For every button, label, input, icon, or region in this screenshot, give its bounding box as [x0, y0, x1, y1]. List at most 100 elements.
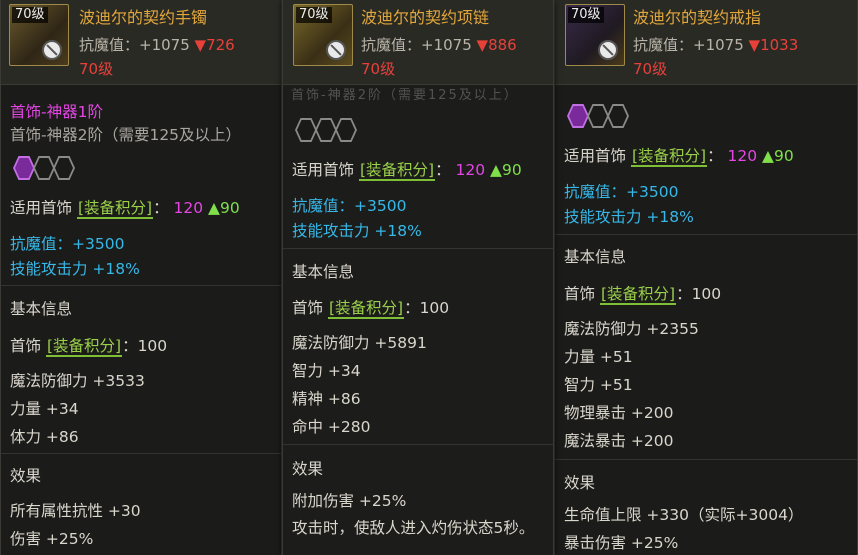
stat-label: 抗魔值：+1075	[633, 36, 744, 54]
basic-stat: 命中 +280	[292, 418, 371, 436]
effect-title: 效果	[564, 474, 596, 492]
slot-empty-icon	[607, 104, 629, 128]
bonus-magic-resist: 抗魔值：+3500	[10, 235, 125, 253]
basic-prefix: 首饰	[564, 285, 596, 303]
item-name: 波迪尔的契约戒指	[633, 8, 762, 27]
basic-stat: 魔法防御力 +3533	[10, 372, 145, 390]
prohibited-icon	[326, 40, 346, 60]
slot-up: ▲90	[762, 147, 794, 165]
item-name: 波迪尔的契约手镯	[79, 8, 208, 27]
equip-score-tag[interactable]: [装备积分]	[630, 147, 708, 167]
item-stat-compare: 抗魔值：+1075 ▼886	[361, 34, 517, 55]
divider	[555, 459, 857, 460]
slot-score-line: 适用首饰 [装备积分]： 120 ▲90	[10, 196, 240, 219]
slot-prefix: 适用首饰	[292, 161, 355, 179]
bonus-skill-attack: 技能攻击力 +18%	[10, 260, 140, 278]
basic-score-line: 首饰 [装备积分]：100	[292, 296, 450, 319]
effect-title: 效果	[10, 467, 42, 485]
basic-stat: 智力 +34	[292, 362, 361, 380]
item-icon-bracelet[interactable]: 70级	[9, 4, 69, 66]
equip-score-tag[interactable]: [装备积分]	[599, 285, 677, 305]
stat-label: 抗魔值：+1075	[79, 36, 190, 54]
item-stat-compare: 抗魔值：+1075 ▼726	[79, 34, 235, 55]
basic-value: ：100	[404, 299, 450, 317]
slot-empty-icon	[33, 156, 55, 180]
slot-value: 120	[173, 199, 204, 217]
stat-diff-down: ▼886	[476, 36, 517, 54]
tooltip-bracelet: 70级 波迪尔的契约手镯 抗魔值：+1075 ▼726 70级 首饰-神器1阶 …	[0, 0, 282, 555]
basic-stat: 魔法防御力 +2355	[564, 320, 699, 338]
basic-prefix: 首饰	[292, 299, 324, 317]
level-badge: 70级	[12, 7, 48, 23]
slot-up: ▲90	[490, 161, 522, 179]
divider	[1, 453, 281, 454]
cut-off-text: 首饰-神器2阶（需要125及以上）	[291, 88, 519, 103]
item-icon-necklace[interactable]: 70级	[293, 4, 353, 66]
slot-colon: ：	[707, 147, 723, 165]
effect-line: 暴击伤害 +25%	[564, 534, 679, 552]
tooltip-header: 70级 波迪尔的契约项链 抗魔值：+1075 ▼886 70级	[283, 0, 553, 85]
required-level: 70级	[79, 60, 114, 78]
slot-colon: ：	[435, 161, 451, 179]
bonus-skill-attack: 技能攻击力 +18%	[564, 208, 694, 226]
basic-stat: 物理暴击 +200	[564, 404, 674, 422]
slot-filled-icon	[13, 156, 35, 180]
prohibited-icon	[598, 40, 618, 60]
stat-diff-down: ▼726	[194, 36, 235, 54]
basic-info-title: 基本信息	[564, 248, 627, 266]
equip-score-tag[interactable]: [装备积分]	[45, 337, 123, 357]
effect-line: 附加伤害 +25%	[292, 492, 407, 510]
basic-value: ：100	[676, 285, 722, 303]
basic-value: ：100	[122, 337, 168, 355]
slot-colon: ：	[153, 199, 169, 217]
stat-diff-down: ▼1033	[748, 36, 799, 54]
equip-score-tag[interactable]: [装备积分]	[76, 199, 154, 219]
upgrade-requirement: 首饰-神器2阶（需要125及以上）	[10, 126, 242, 144]
slot-empty-icon	[295, 118, 317, 142]
basic-stat: 体力 +86	[10, 428, 79, 446]
required-level: 70级	[633, 60, 668, 78]
slot-prefix: 适用首饰	[564, 147, 627, 165]
equip-score-tag[interactable]: [装备积分]	[358, 161, 436, 181]
slot-value: 120	[727, 147, 758, 165]
level-badge: 70级	[568, 7, 604, 23]
tooltip-header: 70级 波迪尔的契约手镯 抗魔值：+1075 ▼726 70级	[1, 0, 281, 85]
effect-line: 伤害 +25%	[10, 530, 94, 548]
level-badge: 70级	[296, 7, 332, 23]
effect-line: 生命值上限 +330（实际+3004）	[564, 506, 804, 524]
basic-score-line: 首饰 [装备积分]：100	[564, 282, 722, 305]
divider	[283, 248, 553, 249]
bonus-magic-resist: 抗魔值：+3500	[564, 183, 679, 201]
basic-prefix: 首饰	[10, 337, 42, 355]
prohibited-icon	[42, 40, 62, 60]
slot-prefix: 适用首饰	[10, 199, 73, 217]
basic-info-title: 基本信息	[292, 263, 355, 281]
basic-stat: 力量 +34	[10, 400, 79, 418]
basic-stat: 魔法防御力 +5891	[292, 334, 427, 352]
stat-label: 抗魔值：+1075	[361, 36, 472, 54]
equip-score-tag[interactable]: [装备积分]	[327, 299, 405, 319]
divider	[555, 234, 857, 235]
effect-line: 所有属性抗性 +30	[10, 502, 141, 520]
item-icon-ring[interactable]: 70级	[565, 4, 625, 66]
basic-stat: 魔法暴击 +200	[564, 432, 674, 450]
tooltip-necklace: 70级 波迪尔的契约项链 抗魔值：+1075 ▼886 70级 首饰-神器2阶（…	[282, 0, 554, 555]
slot-value: 120	[455, 161, 486, 179]
item-stat-compare: 抗魔值：+1075 ▼1033	[633, 34, 798, 55]
divider	[1, 285, 281, 286]
slot-up: ▲90	[208, 199, 240, 217]
item-name: 波迪尔的契约项链	[361, 8, 490, 27]
bonus-magic-resist: 抗魔值：+3500	[292, 197, 407, 215]
basic-stat: 智力 +51	[564, 376, 633, 394]
slot-filled-icon	[567, 104, 589, 128]
basic-score-line: 首饰 [装备积分]：100	[10, 334, 168, 357]
divider	[283, 444, 553, 445]
tooltip-header: 70级 波迪尔的契约戒指 抗魔值：+1075 ▼1033 70级	[555, 0, 857, 85]
slot-empty-icon	[335, 118, 357, 142]
required-level: 70级	[361, 60, 396, 78]
tooltip-ring: 70级 波迪尔的契约戒指 抗魔值：+1075 ▼1033 70级 适用首饰 [装…	[554, 0, 858, 555]
effect-title: 效果	[292, 460, 324, 478]
bonus-skill-attack: 技能攻击力 +18%	[292, 222, 422, 240]
basic-stat: 力量 +51	[564, 348, 633, 366]
slot-empty-icon	[315, 118, 337, 142]
